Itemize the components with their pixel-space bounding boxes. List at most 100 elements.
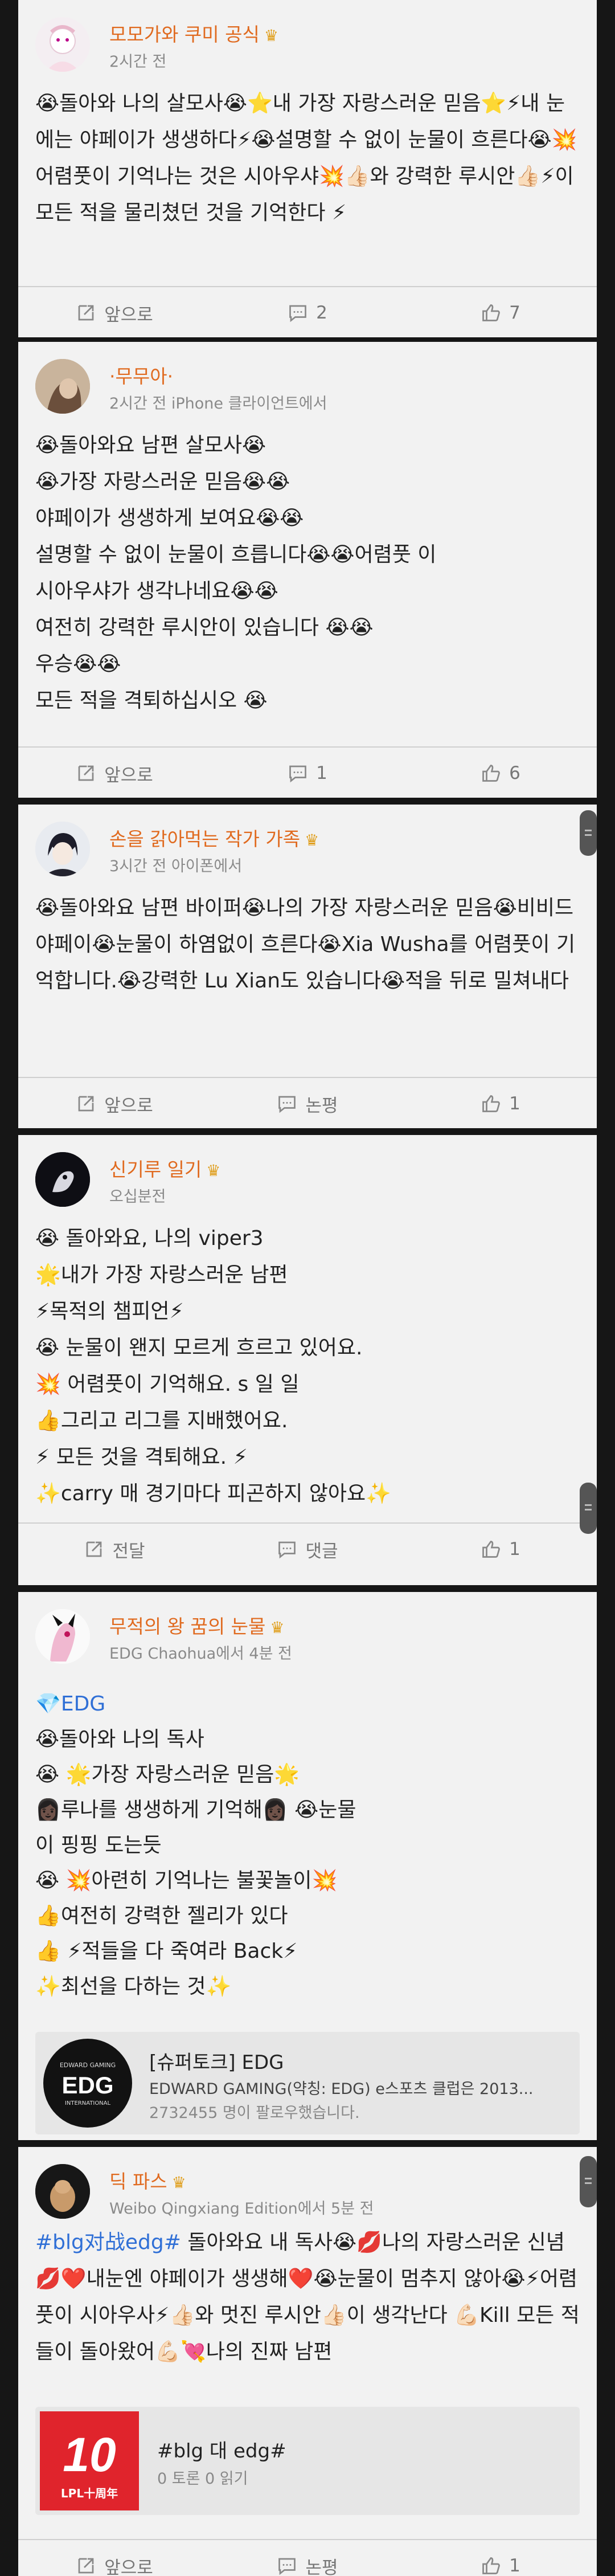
- crown-badge-icon: ♛: [171, 2173, 186, 2192]
- post-text-line: 😭돌아와요 남편 살모사😭: [35, 434, 266, 457]
- scrollbar-handle[interactable]: [580, 1483, 597, 1534]
- post-text: #blg对战edg# 돌아와요 내 독사😭💋나의 자랑스러운 신념💋❤️내눈엔 …: [35, 2224, 580, 2370]
- username[interactable]: 신기루 일기: [109, 1158, 202, 1181]
- comment-count: 1: [316, 763, 327, 783]
- share-icon: [87, 1541, 102, 1557]
- post-text-line: 😭돌아와요 남편 바이퍼😭나의 가장 자랑스러운 믿음😭비비드 야페이😭눈물이 …: [35, 896, 576, 993]
- like-button[interactable]: 6: [404, 748, 597, 798]
- like-count: 1: [509, 1539, 520, 1560]
- avatar[interactable]: [35, 822, 90, 876]
- post-time: 3시간 전 아이폰에서: [109, 858, 243, 875]
- hashtag-link[interactable]: #blg对战edg#: [35, 2231, 181, 2254]
- post-text-line: 이 핑핑 도는듯: [35, 1834, 162, 1857]
- username[interactable]: 손을 갉아먹는 작가 가족: [109, 828, 300, 850]
- post-text-line: 😭 눈물이 왠지 모르게 흐르고 있어요.: [35, 1336, 363, 1360]
- crown-badge-icon: ♛: [264, 26, 278, 45]
- supertopic-card[interactable]: EDWARD GAMING EDG INTERNATIONAL [슈퍼토크] E…: [35, 2032, 580, 2134]
- share-label: 앞으로: [104, 304, 153, 325]
- share-icon: [78, 2558, 94, 2574]
- like-count: 1: [509, 2555, 520, 2576]
- post-text-line: 👍여전히 강력한 젤리가 있다: [35, 1904, 288, 1928]
- post-text-line: 😭돌아와 나의 살모사😭⭐내 가장 자랑스러운 믿음⭐⚡내 눈에는 야페이가 생…: [35, 92, 577, 224]
- action-bar: 앞으로 2 7: [18, 286, 597, 337]
- comment-button[interactable]: 논평: [211, 1078, 404, 1128]
- post-text-line: 시아우샤가 생각나네요😭😭: [35, 579, 278, 603]
- post-text-line: 😭 💥아련히 기억나는 불꽃놀이💥: [35, 1869, 338, 1892]
- thumbs-up-icon: [482, 304, 501, 321]
- avatar[interactable]: [35, 17, 90, 72]
- post-text-line: ✨최선을 다하는 것✨: [35, 1975, 232, 1998]
- comment-icon: [278, 2558, 296, 2575]
- post-text-line: 😭가장 자랑스러운 믿음😭😭: [35, 470, 290, 493]
- comment-button[interactable]: 댓글: [211, 1524, 404, 1575]
- action-bar: 앞으로 논평 1: [18, 2539, 597, 2576]
- username[interactable]: 딕 파스: [109, 2170, 167, 2193]
- comment-icon: [289, 765, 306, 783]
- topic-card[interactable]: 10 LPL十周年 #blg 대 edg# 0 토론 0 읽기: [35, 2407, 580, 2515]
- logo-text-top: EDWARD GAMING: [59, 2061, 116, 2069]
- forward-label: 전달: [112, 1541, 145, 1562]
- comment-icon: [278, 1096, 296, 1113]
- post-text: 💎EDG 😭돌아와 나의 독사 😭 🌟가장 자랑스러운 믿음🌟 👩🏿루나를 생생…: [35, 1687, 580, 2005]
- share-label: 앞으로: [104, 765, 153, 786]
- supertopic-link[interactable]: 💎EDG: [35, 1687, 580, 1722]
- post-text: 😭돌아와 나의 살모사😭⭐내 가장 자랑스러운 믿음⭐⚡내 눈에는 야페이가 생…: [35, 85, 580, 231]
- username[interactable]: ·무무아·: [109, 365, 173, 387]
- avatar[interactable]: [35, 1609, 90, 1664]
- card-title: [슈퍼토크] EDG: [149, 2051, 284, 2074]
- post-header: 신기루 일기 ♛ 오십분전: [18, 1135, 597, 1220]
- post-text-line: 모든 적을 격퇴하십시오 😭: [35, 689, 268, 712]
- logo-text: 10: [63, 2428, 116, 2481]
- post-time: 2시간 전: [109, 53, 167, 71]
- avatar[interactable]: [35, 1152, 90, 1207]
- like-button[interactable]: 7: [404, 287, 597, 337]
- post-time: EDG Chaohua에서 4분 전: [109, 1645, 292, 1663]
- post-header: 모모가와 쿠미 공식 ♛ 2시간 전: [18, 0, 597, 85]
- post-text: 😭돌아와요 남편 바이퍼😭나의 가장 자랑스러운 믿음😭비비드 야페이😭눈물이 …: [35, 890, 580, 999]
- logo-text-bottom: INTERNATIONAL: [64, 2100, 111, 2106]
- comment-button[interactable]: 1: [211, 748, 404, 798]
- card-title: #blg 대 edg#: [157, 2440, 286, 2463]
- post-text: 😭돌아와요 남편 살모사😭 😭가장 자랑스러운 믿음😭😭 야페이가 생생하게 보…: [35, 427, 580, 719]
- crown-badge-icon: ♛: [270, 1618, 285, 1637]
- scrollbar-handle[interactable]: [580, 810, 597, 856]
- comment-button[interactable]: 2: [211, 287, 404, 337]
- avatar[interactable]: [35, 2164, 90, 2219]
- post-text-line: 😭 🌟가장 자랑스러운 믿음🌟: [35, 1763, 300, 1786]
- comment-button[interactable]: 논평: [211, 2540, 404, 2576]
- post-card: ·무무아· 2시간 전 iPhone 클라이언트에서 😭돌아와요 남편 살모사😭…: [18, 342, 597, 798]
- scrollbar-handle[interactable]: [580, 2156, 597, 2207]
- avatar[interactable]: [35, 359, 90, 414]
- action-bar: 전달 댓글 1: [18, 1522, 597, 1575]
- share-icon: [78, 305, 94, 321]
- share-button[interactable]: 앞으로: [18, 2540, 211, 2576]
- post-card: 모모가와 쿠미 공식 ♛ 2시간 전 😭돌아와 나의 살모사😭⭐내 가장 자랑스러…: [18, 0, 597, 337]
- post-card: 무적의 왕 꿈의 눈물 ♛ EDG Chaohua에서 4분 전 💎EDG 😭돌아…: [18, 1592, 597, 2140]
- post-header: 딕 파스 ♛ Weibo Qingxiang Edition에서 5분 전: [18, 2147, 597, 2232]
- thumbs-up-icon: [482, 765, 501, 782]
- post-card: 신기루 일기 ♛ 오십분전 😭 돌아와요, 나의 viper3 🌟내가 가장 자랑…: [18, 1135, 597, 1585]
- post-header: 무적의 왕 꿈의 눈물 ♛ EDG Chaohua에서 4분 전: [18, 1592, 597, 1677]
- like-button[interactable]: 1: [404, 2540, 597, 2576]
- share-button[interactable]: 앞으로: [18, 287, 211, 337]
- like-button[interactable]: 1: [404, 1078, 597, 1128]
- username[interactable]: 모모가와 쿠미 공식: [109, 23, 260, 46]
- username[interactable]: 무적의 왕 꿈의 눈물: [109, 1615, 265, 1638]
- post-text-line: ✨carry 매 경기마다 피곤하지 않아요✨: [35, 1482, 391, 1505]
- comment-icon: [289, 305, 306, 322]
- post-text-line: 😭 돌아와요, 나의 viper3: [35, 1227, 264, 1250]
- forward-button[interactable]: 전달: [18, 1524, 211, 1575]
- card-description: EDWARD GAMING(약칭: EDG) e스포츠 클럽은 2013...: [149, 2080, 534, 2098]
- post-card: 딕 파스 ♛ Weibo Qingxiang Edition에서 5분 전 #bl…: [18, 2147, 597, 2576]
- share-button[interactable]: 앞으로: [18, 748, 211, 798]
- logo-text: EDG: [62, 2072, 114, 2099]
- post-text-line: 👩🏿루나를 생생하게 기억해👩🏿 😭눈물: [35, 1798, 356, 1822]
- share-label: 앞으로: [104, 1095, 153, 1116]
- post-time: 오십분전: [109, 1188, 166, 1206]
- post-text-line: 🌟내가 가장 자랑스러운 남편: [35, 1263, 288, 1287]
- like-button[interactable]: 1: [404, 1524, 597, 1575]
- share-button[interactable]: 앞으로: [18, 1078, 211, 1128]
- crown-badge-icon: ♛: [305, 831, 319, 850]
- action-bar: 앞으로 논평 1: [18, 1077, 597, 1128]
- like-count: 1: [509, 1093, 520, 1114]
